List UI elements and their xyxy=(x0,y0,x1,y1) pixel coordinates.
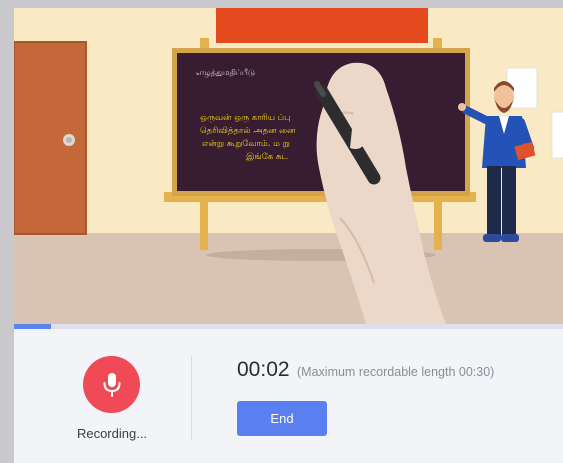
wall-banner xyxy=(216,8,428,43)
record-button[interactable] xyxy=(83,356,140,413)
board-line-3: என்று கூறுவோம். ம று xyxy=(202,139,290,149)
recorder-window: எழுத்துமதிப்பீடு ஒருவன் ஒரு காரிய ப்பு த… xyxy=(14,8,563,463)
timer-line: 00:02 (Maximum recordable length 00:30) xyxy=(237,358,494,382)
board-line-4: இங்கே சுட xyxy=(246,152,289,162)
recording-control-panel: Recording... 00:02 (Maximum recordable l… xyxy=(14,329,563,463)
microphone-icon xyxy=(103,372,120,397)
classroom-floor xyxy=(14,233,563,324)
max-length-note: (Maximum recordable length 00:30) xyxy=(297,365,495,379)
wall-paper-sheet xyxy=(551,111,563,159)
recording-status: Recording... xyxy=(76,426,148,441)
panel-divider xyxy=(191,356,192,440)
board-title: எழுத்துமதிப்பீடு xyxy=(196,68,255,78)
board-line-2: தெரிவித்தால் அதன னை xyxy=(200,126,296,136)
video-preview: எழுத்துமதிப்பீடு ஒருவன் ஒரு காரிய ப்பு த… xyxy=(14,8,563,324)
end-button[interactable]: End xyxy=(237,401,327,436)
board-line-1: ஒருவன் ஒரு காரிய ப்பு xyxy=(200,113,290,123)
recording-timer: 00:02 xyxy=(237,358,290,381)
door xyxy=(14,41,87,235)
